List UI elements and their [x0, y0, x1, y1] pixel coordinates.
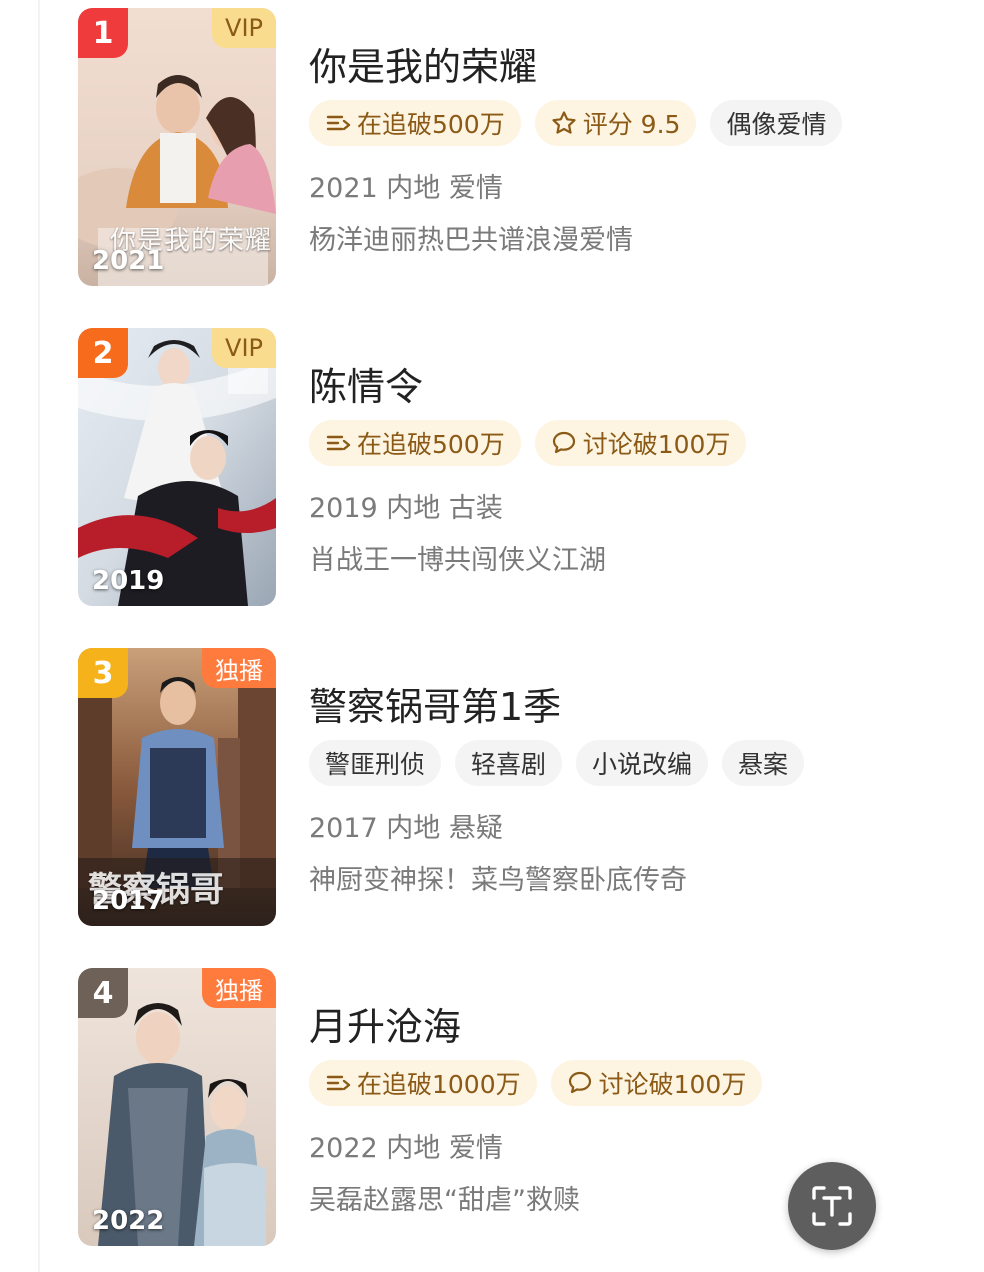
star-icon [552, 111, 576, 134]
drama-list-item[interactable]: 2 VIP 2019 陈情令 在追破500万 讨论破100万 2019 内地 古… [78, 320, 958, 606]
tag-label: 评分 9.5 [582, 110, 681, 139]
tag-label: 讨论破100万 [598, 1070, 747, 1099]
text-scan-button[interactable] [788, 1162, 876, 1250]
following-count-tag: 在追破1000万 [309, 1060, 537, 1106]
drama-description: 神厨变神探！菜鸟警察卧底传奇 [309, 865, 687, 896]
tag-label: 在追破500万 [357, 110, 505, 139]
tag-label: 在追破500万 [357, 430, 505, 459]
year-region-genre: 2017 内地 悬疑 [309, 813, 503, 844]
drama-title[interactable]: 月升沧海 [309, 996, 461, 1051]
discussion-count-tag: 讨论破100万 [550, 1060, 763, 1106]
tag-label: 偶像爱情 [726, 110, 827, 139]
tag-row: 警匪刑侦 轻喜剧 小说改编 悬案 [309, 740, 805, 786]
poster[interactable]: 2 VIP 2019 [78, 328, 276, 606]
drama-description: 杨洋迪丽热巴共谱浪漫爱情 [309, 225, 633, 256]
vip-badge: VIP [212, 8, 276, 48]
chat-bubble-icon [568, 1071, 591, 1094]
tag-row: 在追破500万 评分 9.5 偶像爱情 [309, 100, 843, 146]
rank-badge: 3 [78, 648, 128, 698]
poster[interactable]: 你是我的荣耀 1 VIP 2021 [78, 8, 276, 286]
poster-year: 2017 [92, 886, 165, 916]
year-region-genre: 2019 内地 古装 [309, 493, 503, 524]
chat-bubble-icon [552, 431, 575, 454]
exclusive-badge: 独播 [202, 648, 276, 688]
tag-row: 在追破1000万 讨论破100万 [309, 1060, 763, 1106]
drama-title[interactable]: 你是我的荣耀 [309, 36, 537, 91]
poster[interactable]: 4 独播 2022 [78, 968, 276, 1246]
poster-year: 2021 [92, 246, 165, 276]
poster-year: 2022 [92, 1206, 165, 1236]
drama-list-item[interactable]: 你是我的荣耀 1 VIP 2021 你是我的荣耀 在追破500万 评分 9.5 … [78, 0, 958, 286]
tag-label: 在追破1000万 [357, 1070, 521, 1099]
rating-tag: 评分 9.5 [534, 100, 697, 146]
poster-year: 2019 [92, 566, 165, 596]
page-left-divider [38, 0, 40, 1272]
tag-label: 轻喜剧 [471, 750, 547, 779]
drama-title[interactable]: 陈情令 [309, 356, 423, 411]
discussion-count-tag: 讨论破100万 [534, 420, 747, 466]
genre-tag: 警匪刑侦 [309, 740, 442, 786]
following-count-tag: 在追破500万 [309, 100, 521, 146]
rank-badge: 2 [78, 328, 128, 378]
following-count-tag: 在追破500万 [309, 420, 521, 466]
tag-row: 在追破500万 讨论破100万 [309, 420, 747, 466]
tag-label: 小说改编 [592, 750, 693, 779]
drama-description: 吴磊赵露思“甜虐”救赎 [309, 1185, 580, 1216]
exclusive-badge: 独播 [202, 968, 276, 1008]
year-region-genre: 2022 内地 爱情 [309, 1133, 503, 1164]
following-list-icon [326, 1075, 351, 1091]
tag-label: 讨论破100万 [582, 430, 731, 459]
tag-label: 悬案 [738, 750, 789, 779]
genre-tag: 偶像爱情 [710, 100, 843, 146]
year-region-genre: 2021 内地 爱情 [309, 173, 503, 204]
genre-tag: 小说改编 [576, 740, 709, 786]
following-list-icon [326, 435, 351, 451]
following-list-icon [326, 115, 351, 131]
poster[interactable]: 警察锅哥 3 独播 2017 [78, 648, 276, 926]
text-scan-icon [812, 1186, 852, 1226]
drama-list-item[interactable]: 警察锅哥 3 独播 2017 警察锅哥第1季 警匪刑侦 轻喜剧 小说改编 悬案 … [78, 640, 958, 926]
rank-badge: 4 [78, 968, 128, 1018]
drama-description: 肖战王一博共闯侠义江湖 [309, 545, 606, 576]
genre-tag: 轻喜剧 [455, 740, 563, 786]
drama-title[interactable]: 警察锅哥第1季 [309, 676, 561, 731]
vip-badge: VIP [212, 328, 276, 368]
genre-tag: 悬案 [722, 740, 805, 786]
tag-label: 警匪刑侦 [325, 750, 426, 779]
rank-badge: 1 [78, 8, 128, 58]
